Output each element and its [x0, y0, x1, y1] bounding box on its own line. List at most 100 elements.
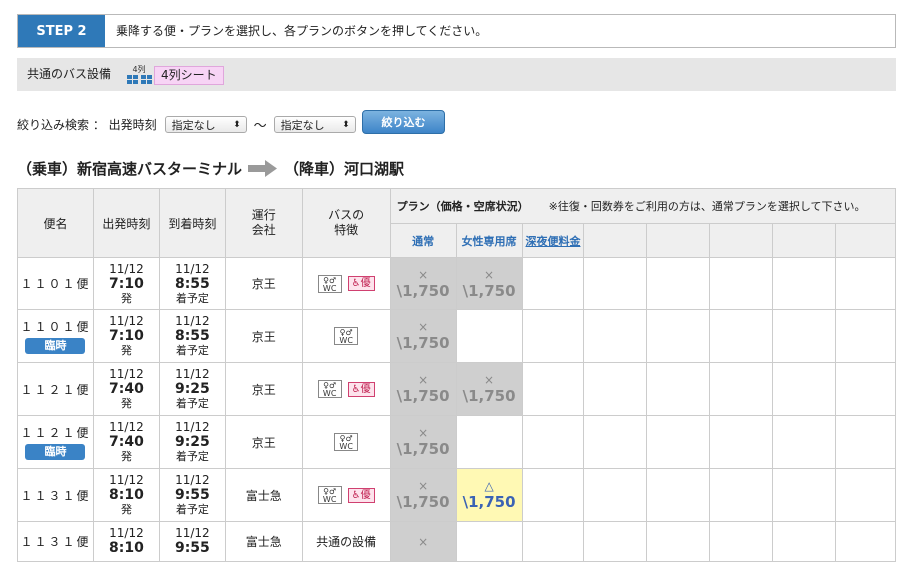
wc-icon: ♀♂ WC: [317, 274, 342, 293]
plan-price-cell: × \1,750: [389, 257, 457, 310]
bin-name: １１２１便: [20, 382, 91, 397]
plan-empty-cell: [455, 521, 523, 562]
plan-empty-cell: [835, 362, 896, 416]
arrival-time: 9:55: [174, 540, 210, 556]
header-plan-title: プラン（価格・空席状況）: [396, 200, 529, 213]
departure-date: 11/12: [109, 473, 144, 487]
departure-date: 11/12: [109, 261, 144, 276]
arrival-cell: 11/12 9:25 着予定: [158, 415, 226, 469]
departure-to-select[interactable]: 指定なし: [273, 115, 356, 134]
features-cell: ♀♂ WC: [301, 415, 391, 469]
plan-price-cell: × \1,750: [389, 362, 457, 416]
range-tilde: 〜: [253, 118, 267, 134]
arrival-suffix: 着予定: [175, 503, 209, 516]
departure-time: 8:10: [109, 540, 144, 556]
features-text: 共通の設備: [316, 535, 377, 549]
plan-empty-cell: [772, 362, 837, 416]
table-row: １１２１便 11/12 7:40 発 11/12 9:25 着予定 京王 ♀♂ WC ♿優 × \1,7…: [17, 362, 896, 416]
arrival-suffix: 着予定: [175, 450, 209, 463]
departure-suffix: 発: [120, 291, 132, 305]
plan-empty-cell: [646, 257, 711, 310]
plan-empty-cell: [455, 415, 523, 469]
plan-price: \1,750: [396, 334, 450, 352]
plan-empty-cell: [521, 257, 585, 310]
wc-icon: ♀♂ WC: [334, 327, 359, 345]
wc-icon-bottom: WC: [339, 336, 353, 345]
departure-date: 11/12: [109, 420, 144, 434]
priority-seat-icon-text: 優: [360, 489, 371, 501]
plan-price-cell[interactable]: △ \1,750: [455, 468, 523, 522]
bin-name: １１３１便: [20, 535, 91, 549]
plan-tab-late-night[interactable]: 深夜便料金: [521, 223, 585, 258]
features-cell: ♀♂ WC ♿優: [301, 362, 391, 416]
plan-empty-cell: [835, 415, 896, 469]
arrival-time: 9:25: [174, 381, 210, 397]
plan-price-cell: × \1,750: [455, 362, 523, 416]
plan-empty-cell: [646, 309, 711, 363]
departure-cell: 11/12 8:10: [92, 521, 160, 562]
features-cell: ♀♂ WC ♿優: [301, 468, 391, 522]
bin-cell: １１３１便: [17, 521, 94, 562]
arrival-cell: 11/12 9:55 着予定: [158, 468, 226, 522]
wc-icon: ♀♂ WC: [317, 380, 342, 398]
route-arrow-icon: [248, 160, 278, 177]
plan-tab-empty: [772, 223, 837, 258]
departure-time: 8:10: [109, 487, 144, 503]
wc-icon: ♀♂ WC: [334, 433, 359, 451]
common-equipment-bar: 共通のバス設備 4列 4列シート: [17, 58, 896, 91]
priority-seat-icon: ♿優: [347, 381, 375, 397]
seat-status-mark: △: [484, 479, 494, 493]
plan-empty-cell: [772, 415, 837, 469]
priority-seat-icon: ♿優: [347, 487, 375, 503]
arrival-cell: 11/12 8:55 着予定: [158, 309, 226, 363]
common-equipment-label: 共通のバス設備: [27, 67, 112, 81]
bin-cell: １１０１便 臨時: [17, 309, 94, 363]
arrival-cell: 11/12 8:55 着予定: [158, 257, 226, 310]
header-arrival: 到着時刻: [158, 188, 226, 258]
priority-seat-icon: ♿優: [347, 276, 375, 291]
plan-empty-cell: [455, 309, 523, 363]
seat-status-mark: ×: [418, 479, 429, 493]
wc-icon-bottom: WC: [322, 389, 337, 398]
header-plan: プラン（価格・空席状況） ※往復・回数券をご利用の方は、通常プランを選択して下さい…: [389, 188, 897, 224]
arrival-cell: 11/12 9:55: [158, 521, 226, 562]
filter-row: 絞り込み検索 ： 出発時刻 指定なし 〜 指定なし: [17, 114, 356, 134]
departure-cell: 11/12 7:40 発: [92, 362, 160, 416]
plan-tab-empty: [709, 223, 774, 258]
departure-cell: 11/12 7:10 発: [92, 257, 160, 310]
route-from: （乗車）新宿高速バスターミナル: [17, 159, 243, 178]
table-row: １１３１便 11/12 8:10 11/12 9:55 富士急 共通の設備 ×: [17, 521, 896, 562]
plan-tab-empty: [835, 223, 896, 258]
plan-price: \1,750: [462, 281, 516, 300]
filter-button[interactable]: 絞り込む: [362, 110, 445, 134]
plan-empty-cell: [646, 521, 711, 562]
bin-name: １１０１便: [20, 277, 91, 291]
table-row: １１０１便 11/12 7:10 発 11/12 8:55 着予定 京王 ♀♂ WC ♿優 × \1,7…: [17, 257, 896, 310]
plan-empty-cell: [521, 468, 585, 522]
arrival-date: 11/12: [175, 367, 210, 381]
plan-empty-cell: [772, 521, 837, 562]
wc-icon: ♀♂ WC: [317, 486, 342, 504]
plan-price-cell: ×: [389, 521, 457, 562]
plan-tab-normal[interactable]: 通常: [389, 223, 457, 258]
company-cell: 京王: [224, 362, 303, 416]
priority-seat-icon-text: 優: [360, 383, 371, 395]
plan-tab-women-only[interactable]: 女性専用席: [455, 223, 523, 258]
plan-empty-cell: [709, 521, 774, 562]
timetable: 便名 出発時刻 到着時刻 運行 会社 バスの 特徴 プラン（価格・空席状況） ※往…: [17, 188, 897, 562]
plan-tab-empty: [646, 223, 711, 258]
plan-empty-cell: [709, 257, 774, 310]
plan-empty-cell: [709, 309, 774, 363]
four-row-seat-badge: 4列シート: [154, 66, 224, 85]
plan-empty-cell: [583, 309, 648, 363]
departure-from-select[interactable]: 指定なし: [164, 115, 247, 134]
arrival-date: 11/12: [175, 473, 210, 487]
plan-price: \1,750: [396, 281, 450, 300]
plan-empty-cell: [772, 257, 837, 310]
table-row: １１２１便 臨時 11/12 7:40 発 11/12 9:25 着予定 京王 ♀♂ WC × \1,7…: [17, 415, 896, 469]
departure-time: 7:40: [109, 381, 144, 397]
extra-service-badge: 臨時: [25, 444, 86, 460]
route-to: （降車）河口湖駅: [284, 159, 405, 178]
departure-time: 7:40: [109, 434, 144, 450]
departure-time: 7:10: [109, 275, 144, 292]
